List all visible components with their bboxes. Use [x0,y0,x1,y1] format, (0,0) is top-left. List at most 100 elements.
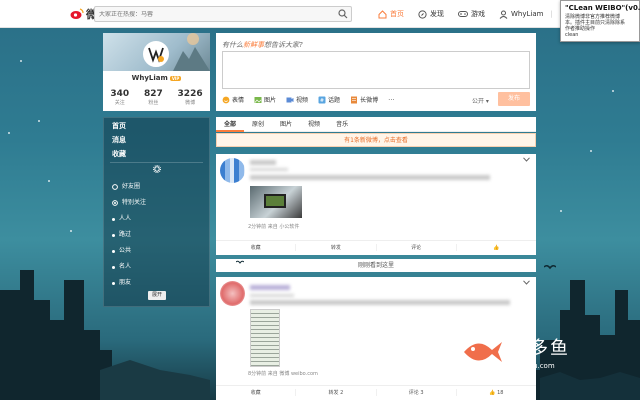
visibility-select[interactable]: 公开 ▾ [472,96,489,105]
nav-home-label: 首页 [390,10,404,18]
compass-icon [418,9,427,19]
sidebar-group-passing[interactable]: 路过 [104,227,209,243]
sidebar-item-home[interactable]: 首页 [104,118,209,132]
clean-weibo-extension-popup: "CLean WEIBO"(v0.1) 清除微博非官方推荐微博 本。插件主目前只… [560,0,640,42]
sidebar-group-celebrity[interactable]: 名人 [104,259,209,275]
nav-discover[interactable]: 发现 [418,9,444,19]
repost-button[interactable]: 转发 [296,244,377,251]
topic-icon: # [318,96,326,104]
tab-original[interactable]: 原创 [244,117,272,132]
sidebar-group-friends-circle[interactable]: 好友圈 [104,179,209,195]
top-navigation-bar: 微博 首页 发现 游戏 WhyLiam | [0,0,640,28]
tab-images[interactable]: 图片 [272,117,300,132]
tool-video[interactable]: 视频 [286,95,308,104]
watermark-text: 网多鱼 [510,338,570,359]
bird-icon [544,264,556,270]
weibo-logo-icon [70,8,84,19]
read-here-divider[interactable]: 刚刚看到这里 [216,259,536,272]
tab-videos[interactable]: 视频 [300,117,328,132]
nav-games-label: 游戏 [471,10,485,18]
publish-box: 有什么新鲜事想告诉大家? 表情 图片 视频 # 话题 长微博 ··· 公开 ▾ … [216,33,536,111]
bullet-dot-icon [112,249,115,253]
comment-button[interactable]: 评论 3 [377,389,457,396]
stat-followers-num: 827 [143,89,163,99]
blurred-username [250,285,290,290]
publish-toolbar: 表情 图片 视频 # 话题 长微博 ··· [222,95,395,104]
tool-emoji-label: 表情 [232,97,245,104]
new-posts-banner[interactable]: 有1条新微博，点击查看 [216,133,536,147]
sidebar-gear[interactable] [104,165,209,175]
friends-circle-icon [112,184,118,190]
post-meta: 2分钟前 来自 小公软件 [248,224,300,230]
home-icon [378,9,387,18]
post-image-thumbnail[interactable] [250,309,280,367]
sidebar-item-messages[interactable]: 消息 [104,132,209,146]
prompt-text-pre: 有什么 [222,41,243,49]
stat-followers[interactable]: 827 粉丝 [144,89,163,106]
stat-following[interactable]: 340 关注 [110,89,129,106]
stat-posts[interactable]: 3226 微博 [178,89,203,106]
smile-icon [222,96,230,103]
sidebar-group-special[interactable]: 特别关注 [104,195,209,211]
sidebar-group-label: 路过 [119,231,132,238]
post-avatar[interactable] [220,158,245,183]
bullet-dot-icon [112,265,115,269]
tab-music[interactable]: 音乐 [328,117,356,132]
fish-logo-icon [464,342,502,362]
comment-button[interactable]: 评论 [377,244,457,251]
like-button[interactable]: 👍 18 [457,390,536,396]
sidebar-group-label: 人人 [119,215,132,222]
sidebar-group-public[interactable]: 公共 [104,243,209,259]
special-follow-icon [112,200,118,206]
feed-tabs: 全部 原创 图片 视频 音乐 [216,117,536,132]
tool-longpost[interactable]: 长微博 [350,95,378,104]
tool-emoji[interactable]: 表情 [222,95,244,104]
tool-image[interactable]: 图片 [254,95,276,104]
nav-home[interactable]: 首页 [378,9,404,19]
stat-following-num: 340 [110,89,130,99]
avatar[interactable] [143,41,169,67]
favorite-button[interactable]: 收藏 [216,389,297,396]
search-icon[interactable] [338,9,348,19]
tool-image-label: 图片 [264,97,277,104]
tool-topic[interactable]: # 话题 [318,95,340,104]
profile-username[interactable]: WhyLiam VIP [103,74,210,82]
nav-discover-label: 发现 [430,10,444,18]
search-box[interactable] [94,6,352,22]
username-text: WhyLiam [131,74,168,82]
like-button[interactable]: 👍 [457,245,536,251]
post-meta: 8分钟前 来自 微博 weibo.com [248,371,318,377]
tab-all[interactable]: 全部 [216,117,245,132]
nav-user[interactable]: WhyLiam | [499,10,553,19]
nav-separator: | [550,10,553,18]
sidebar-expand-button[interactable]: 展开 [148,291,166,300]
image-icon [254,96,262,103]
more-tools-button[interactable]: ··· [388,96,395,104]
chevron-down-icon[interactable] [523,280,530,285]
post-image-thumbnail[interactable] [250,186,302,218]
bullet-dot-icon [112,281,115,285]
sidebar-group-friends[interactable]: 朋友 [104,275,209,291]
video-icon [286,97,294,102]
sidebar-item-favorites[interactable]: 收藏 [104,146,209,160]
avatar-logo-icon [148,47,164,63]
vip-badge[interactable]: VIP [169,75,182,81]
stat-following-label: 关注 [114,100,125,106]
post-avatar[interactable] [220,281,245,306]
publish-button[interactable]: 发布 [498,92,530,106]
popup-description: 清除微博非官方推荐微博 本。插件主目前只清除除系 作者推助操作 clean [565,14,626,38]
publish-textarea[interactable] [222,51,530,89]
search-input[interactable] [99,10,329,18]
blurred-post-text [250,175,490,180]
favorite-button[interactable]: 收藏 [216,244,297,251]
stat-posts-label: 微博 [185,100,196,106]
feed-post: 2分钟前 来自 小公软件 收藏 转发 评论 👍 [216,154,536,255]
repost-button[interactable]: 转发 2 [296,389,377,396]
blurred-timestamp [250,168,288,171]
nav-games[interactable]: 游戏 [458,9,485,19]
blurred-post-text [250,300,510,305]
chevron-down-icon[interactable] [523,157,530,162]
watermark-url: wduoyu.com [510,362,555,370]
profile-card: WhyLiam VIP 340 关注 827 粉丝 3226 微博 [103,33,210,111]
sidebar-group-renren[interactable]: 人人 [104,211,209,227]
